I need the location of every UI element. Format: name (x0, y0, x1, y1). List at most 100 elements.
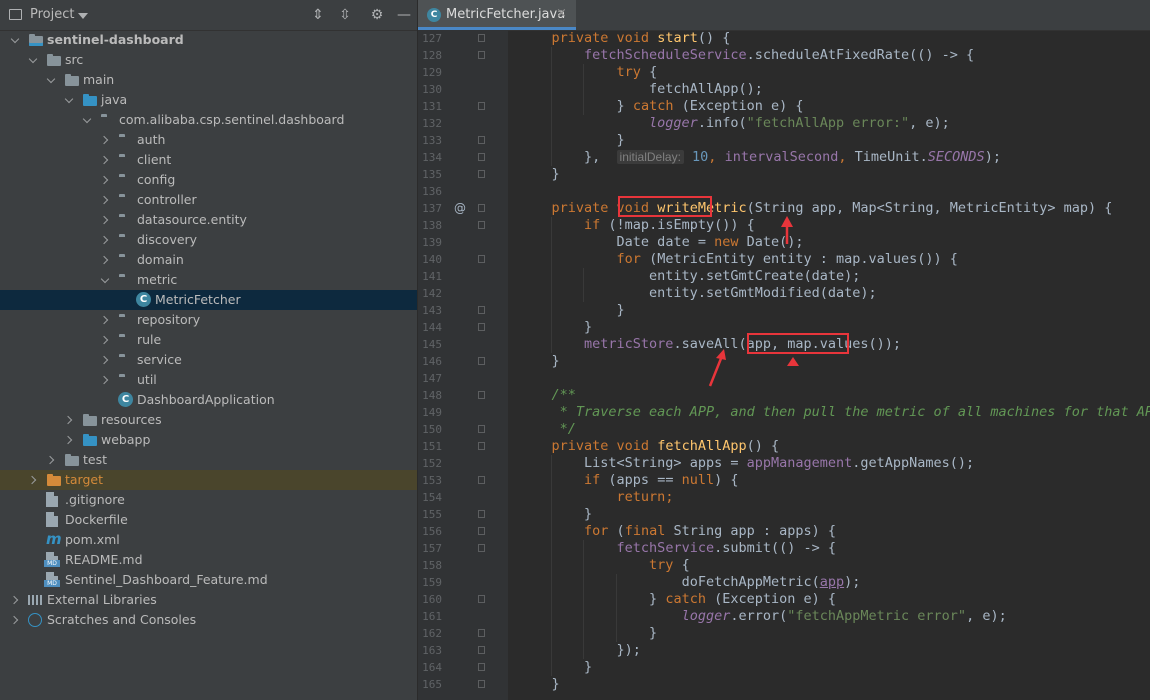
fold-marker-icon[interactable] (478, 442, 485, 450)
code-line[interactable]: } (519, 132, 625, 149)
tree-item[interactable]: Dockerfile (0, 510, 417, 530)
fold-marker-icon[interactable] (478, 153, 485, 161)
fold-marker-icon[interactable] (478, 34, 485, 42)
chevron-right-icon[interactable] (10, 610, 22, 630)
tree-item[interactable]: MD README.md (0, 550, 417, 570)
fold-marker-icon[interactable] (478, 136, 485, 144)
minimize-icon[interactable]: — (395, 6, 413, 24)
fold-marker-icon[interactable] (478, 170, 485, 178)
fold-marker-icon[interactable] (478, 425, 485, 433)
code-line[interactable]: }); (519, 642, 641, 659)
fold-marker-icon[interactable] (478, 102, 485, 110)
code-line[interactable]: Date date = new Date(); (519, 234, 804, 251)
code-line[interactable]: } (519, 676, 560, 693)
tree-item[interactable]: auth (0, 130, 417, 150)
code-line[interactable]: } (519, 353, 560, 370)
code-line[interactable]: try { (519, 557, 690, 574)
code-line[interactable]: for (final String app : apps) { (519, 523, 836, 540)
code-line[interactable]: return; (519, 489, 674, 506)
tree-item[interactable]: metric (0, 270, 417, 290)
code-line[interactable]: entity.setGmtCreate(date); (519, 268, 860, 285)
code-line[interactable]: } (519, 302, 625, 319)
chevron-down-icon[interactable] (100, 270, 112, 290)
fold-marker-icon[interactable] (478, 255, 485, 263)
code-line[interactable]: logger.info("fetchAllApp error:", e); (519, 115, 950, 132)
code-line[interactable]: private void fetchAllApp() { (519, 438, 780, 455)
chevron-down-icon[interactable] (46, 70, 58, 90)
tree-item[interactable]: test (0, 450, 417, 470)
chevron-right-icon[interactable] (100, 210, 112, 230)
code-line[interactable]: fetchService.submit(() -> { (519, 540, 836, 557)
tree-item[interactable]: repository (0, 310, 417, 330)
tree-item[interactable]: C MetricFetcher (0, 290, 417, 310)
fold-marker-icon[interactable] (478, 51, 485, 59)
code-line[interactable]: try { (519, 64, 658, 81)
tree-item[interactable]: C DashboardApplication (0, 390, 417, 410)
chevron-right-icon[interactable] (100, 310, 112, 330)
fold-marker-icon[interactable] (478, 391, 485, 399)
code-line[interactable]: private void writeMetric(String app, Map… (519, 200, 1113, 217)
tree-item[interactable]: resources (0, 410, 417, 430)
view-dropdown-icon[interactable] (78, 13, 88, 19)
chevron-down-icon[interactable] (10, 30, 22, 50)
chevron-down-icon[interactable] (28, 50, 40, 70)
tree-item[interactable]: main (0, 70, 417, 90)
tab-metricfetcher[interactable]: C MetricFetcher.java × (418, 0, 576, 30)
code-line[interactable]: } (519, 659, 592, 676)
tree-item[interactable]: External Libraries (0, 590, 417, 610)
code-line[interactable]: } catch (Exception e) { (519, 591, 836, 608)
fold-marker-icon[interactable] (478, 595, 485, 603)
tree-item[interactable]: target (0, 470, 417, 490)
chevron-right-icon[interactable] (100, 190, 112, 210)
chevron-right-icon[interactable] (100, 370, 112, 390)
fold-marker-icon[interactable] (478, 680, 485, 688)
code-line[interactable]: fetchAllApp(); (519, 81, 763, 98)
chevron-right-icon[interactable] (100, 230, 112, 250)
tree-item[interactable]: domain (0, 250, 417, 270)
fold-marker-icon[interactable] (478, 306, 485, 314)
code-line[interactable]: entity.setGmtModified(date); (519, 285, 877, 302)
gear-icon[interactable]: ⚙ (368, 6, 386, 24)
chevron-right-icon[interactable] (10, 590, 22, 610)
code-line[interactable]: /** (519, 387, 576, 404)
chevron-right-icon[interactable] (100, 170, 112, 190)
code-line[interactable]: for (MetricEntity entity : map.values())… (519, 251, 958, 268)
tree-item[interactable]: webapp (0, 430, 417, 450)
fold-marker-icon[interactable] (478, 510, 485, 518)
chevron-right-icon[interactable] (100, 330, 112, 350)
code-line[interactable]: private void start() { (519, 30, 731, 47)
fold-marker-icon[interactable] (478, 204, 485, 212)
tree-item[interactable]: datasource.entity (0, 210, 417, 230)
chevron-right-icon[interactable] (100, 250, 112, 270)
close-icon[interactable]: × (556, 6, 567, 21)
project-view-title[interactable]: Project (30, 7, 74, 22)
tree-item[interactable]: config (0, 170, 417, 190)
fold-marker-icon[interactable] (478, 527, 485, 535)
code-line[interactable]: } (519, 625, 657, 642)
fold-marker-icon[interactable] (478, 221, 485, 229)
code-line[interactable]: List<String> apps = appManagement.getApp… (519, 455, 974, 472)
fold-marker-icon[interactable] (478, 646, 485, 654)
code-line[interactable]: fetchScheduleService.scheduleAtFixedRate… (519, 47, 974, 64)
tree-item[interactable]: MD Sentinel_Dashboard_Feature.md (0, 570, 417, 590)
fold-marker-icon[interactable] (478, 629, 485, 637)
tree-item[interactable]: service (0, 350, 417, 370)
tree-item[interactable]: discovery (0, 230, 417, 250)
fold-marker-icon[interactable] (478, 544, 485, 552)
fold-marker-icon[interactable] (478, 323, 485, 331)
override-at-icon[interactable]: @ (454, 201, 466, 215)
code-line[interactable]: */ (519, 421, 576, 438)
tree-item[interactable]: Scratches and Consoles (0, 610, 417, 630)
chevron-right-icon[interactable] (64, 430, 76, 450)
tree-item[interactable]: java (0, 90, 417, 110)
tree-item[interactable]: controller (0, 190, 417, 210)
fold-marker-icon[interactable] (478, 357, 485, 365)
code-line[interactable]: } (519, 506, 592, 523)
tree-item[interactable]: client (0, 150, 417, 170)
tree-item[interactable]: src (0, 50, 417, 70)
code-line[interactable]: }, initialDelay: 10, intervalSecond, Tim… (519, 149, 1001, 166)
chevron-right-icon[interactable] (100, 150, 112, 170)
expand-all-icon[interactable]: ⇕ (309, 6, 327, 24)
tree-item[interactable]: com.alibaba.csp.sentinel.dashboard (0, 110, 417, 130)
chevron-right-icon[interactable] (64, 410, 76, 430)
